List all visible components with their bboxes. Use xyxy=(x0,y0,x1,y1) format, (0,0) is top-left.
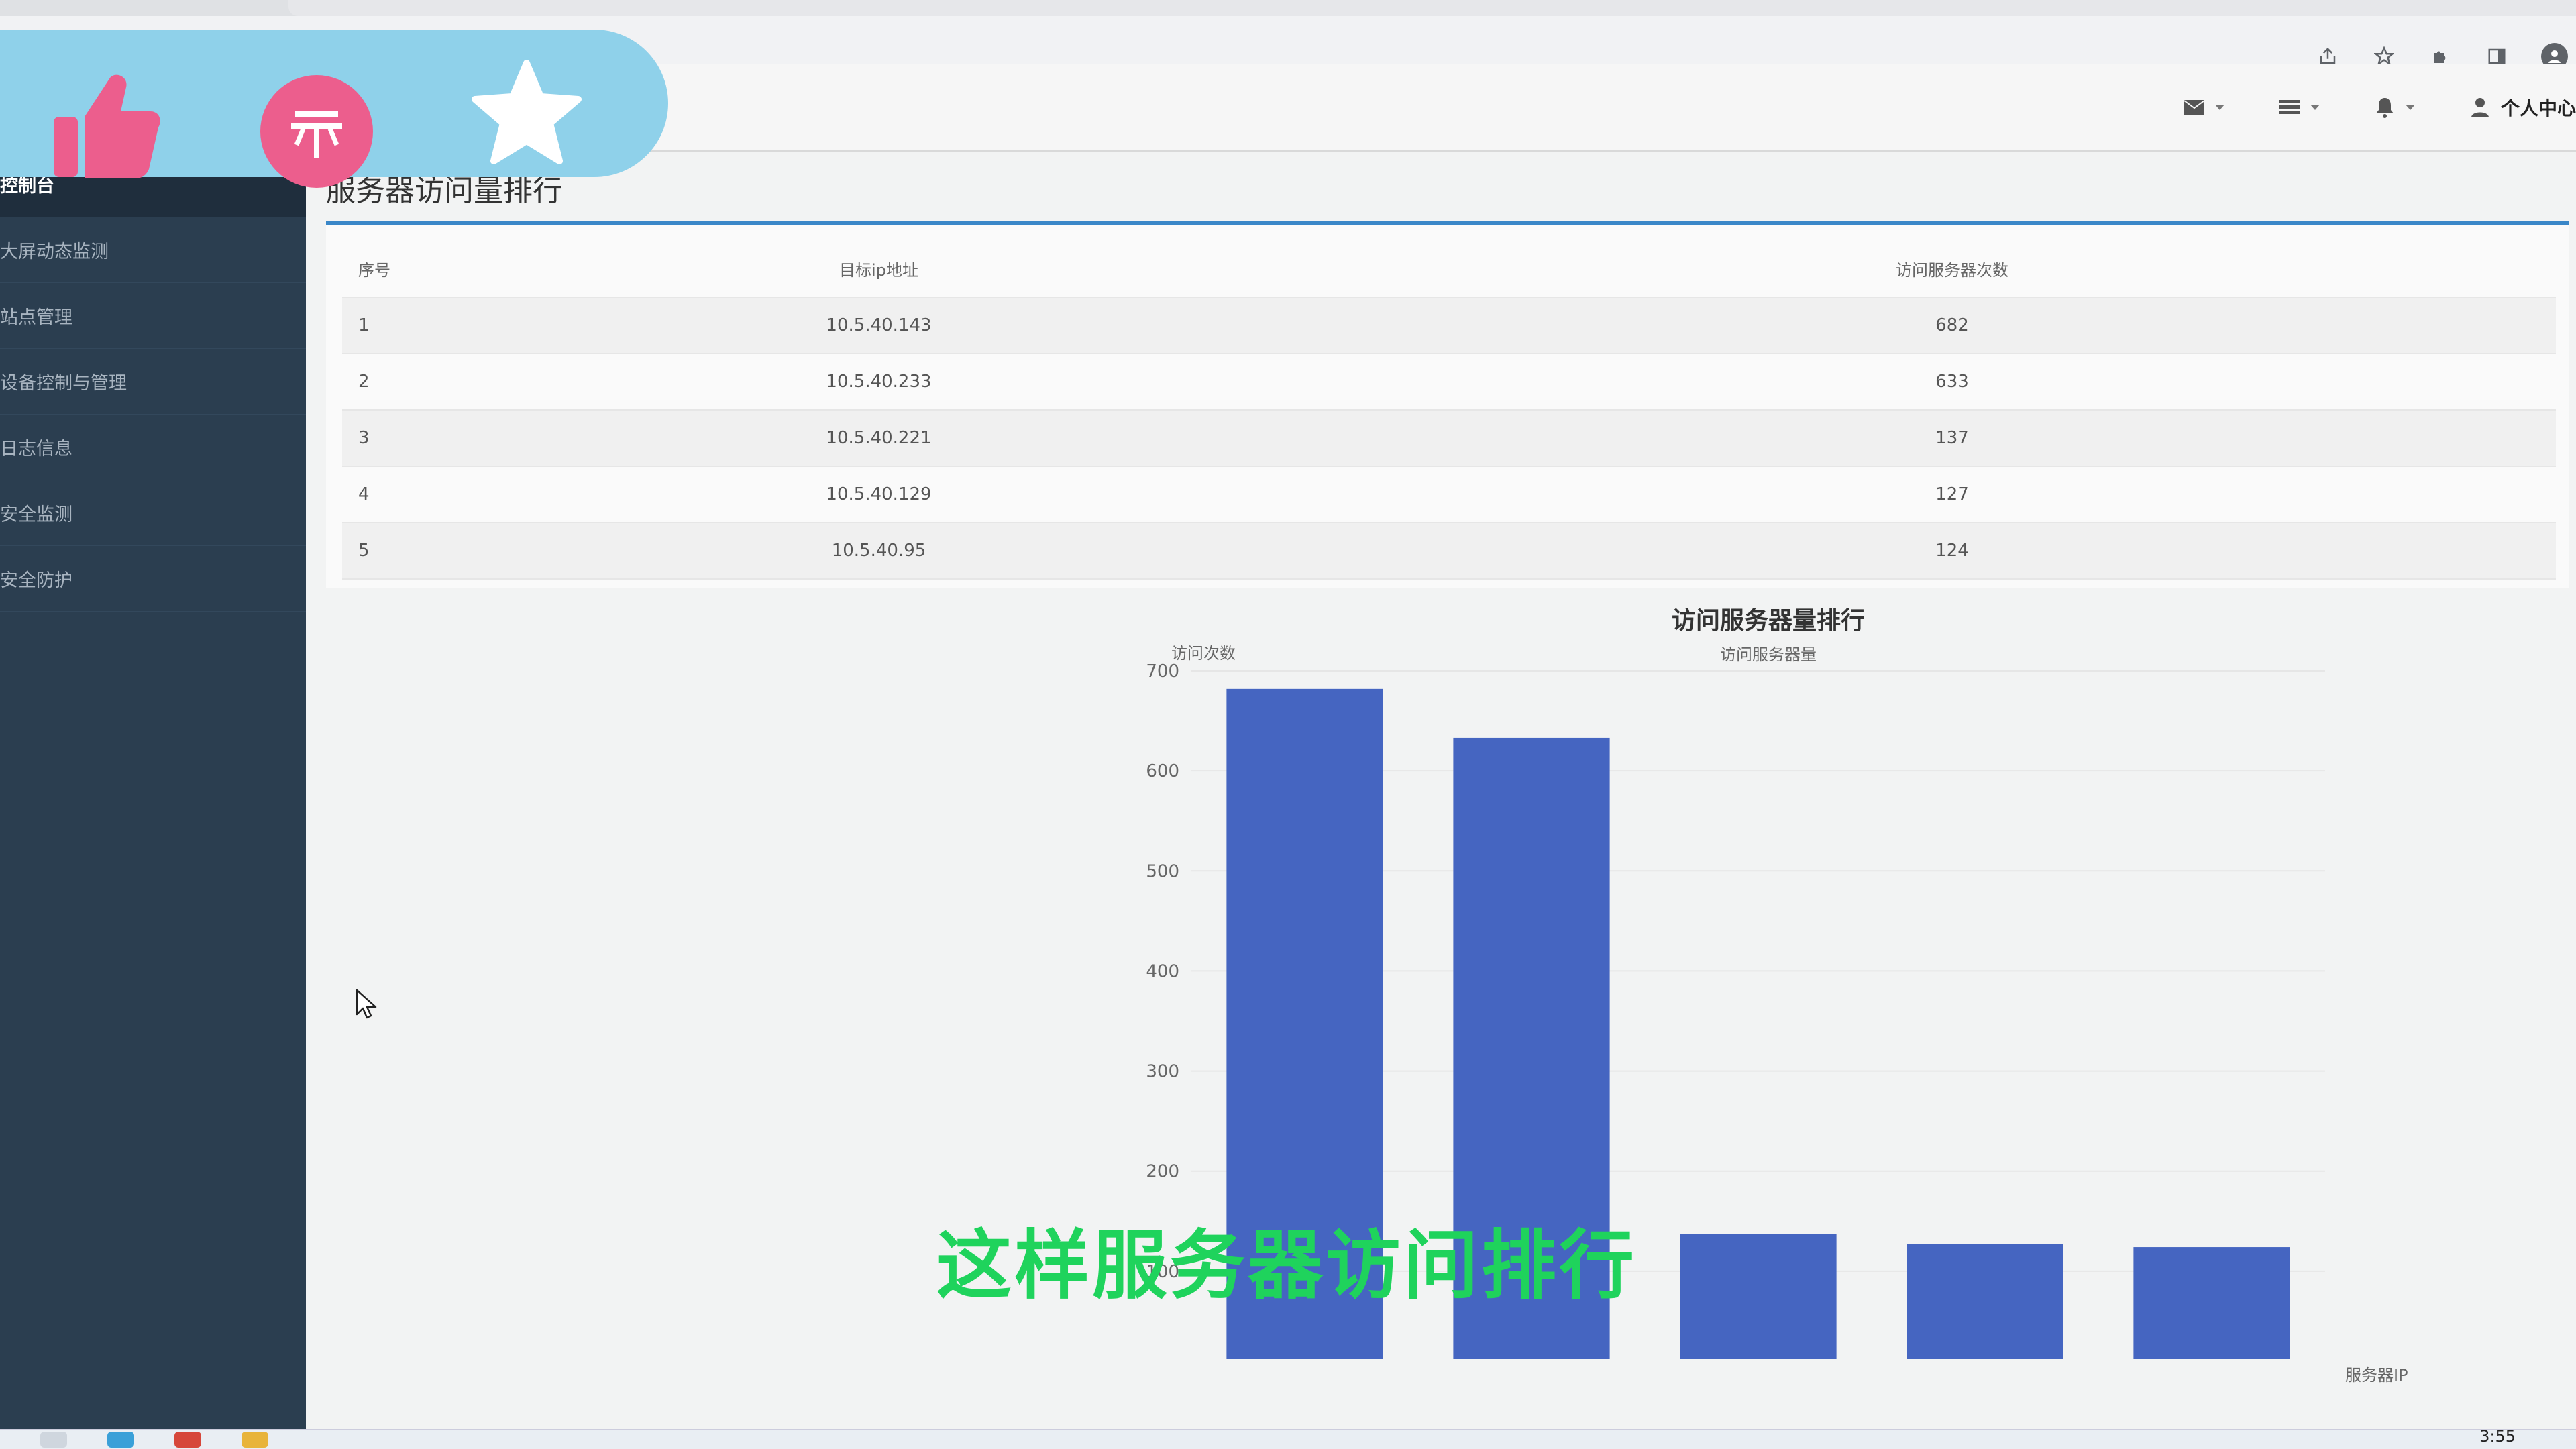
chart-bar xyxy=(1907,1244,2063,1359)
chevron-down-icon xyxy=(2214,105,2224,110)
column-header-count: 访问服务器次数 xyxy=(1348,241,2556,298)
row-count: 682 xyxy=(1348,297,2556,354)
user-center-label: 个人中心 xyxy=(2500,97,2576,119)
sidebar-item-label: 站点管理 xyxy=(0,307,72,328)
row-count: 127 xyxy=(1348,466,2556,523)
chevron-down-icon xyxy=(2310,105,2320,110)
mouse-cursor-icon xyxy=(356,989,377,1019)
user-center-menu[interactable]: 个人中心 xyxy=(2442,94,2576,121)
video-subtitle: 这样服务器访问排行 xyxy=(936,1222,1637,1309)
row-count: 124 xyxy=(1348,523,2556,580)
row-ip: 10.5.40.129 xyxy=(409,466,1348,523)
row-index: 2 xyxy=(342,354,409,411)
folder-taskbar-icon[interactable] xyxy=(241,1431,268,1448)
column-header-index: 序号 xyxy=(342,241,409,298)
table-header-row: 序号 目标ip地址 访问服务器次数 xyxy=(342,241,2556,298)
chart-bar xyxy=(1680,1234,1837,1359)
sidebar-item-label: 日志信息 xyxy=(0,439,72,460)
y-tick-label: 700 xyxy=(1146,661,1179,682)
coin-icon[interactable] xyxy=(260,75,373,188)
table-row: 3 10.5.40.221 137 xyxy=(342,410,2556,467)
envelope-icon xyxy=(2183,97,2206,117)
browser-taskbar-icon[interactable] xyxy=(107,1431,134,1448)
row-index: 3 xyxy=(342,410,409,467)
thumbs-up-icon[interactable] xyxy=(51,72,161,180)
sidebar-item-security-monitor[interactable]: 安全监测 xyxy=(0,480,306,546)
ranking-table-panel: 序号 目标ip地址 访问服务器次数 1 10.5.40.143 682 2 10… xyxy=(326,221,2569,588)
row-ip: 10.5.40.95 xyxy=(409,523,1348,580)
tasks-dropdown[interactable] xyxy=(2251,97,2347,117)
y-tick-label: 400 xyxy=(1146,961,1179,981)
sidebar-item-dashboard-monitor[interactable]: 大屏动态监测 xyxy=(0,217,306,283)
row-index: 4 xyxy=(342,466,409,523)
os-taskbar: 3:55 xyxy=(0,1427,2576,1449)
app-taskbar-icon[interactable] xyxy=(174,1431,201,1448)
sidebar-item-logs[interactable]: 日志信息 xyxy=(0,415,306,480)
sidebar-item-site-management[interactable]: 站点管理 xyxy=(0,283,306,349)
sidebar: 控制台 大屏动态监测 站点管理 设备控制与管理 日志信息 安全监测 安全防护 xyxy=(0,152,306,1429)
taskbar-clock: 3:55 xyxy=(2479,1427,2516,1446)
social-action-overlay xyxy=(0,30,668,188)
sidebar-item-label: 安全监测 xyxy=(0,504,72,525)
messages-dropdown[interactable] xyxy=(2156,97,2251,117)
sidebar-item-label: 安全防护 xyxy=(0,570,72,591)
column-header-ip: 目标ip地址 xyxy=(409,241,1348,298)
row-ip: 10.5.40.143 xyxy=(409,297,1348,354)
sidebar-item-device-control[interactable]: 设备控制与管理 xyxy=(0,349,306,415)
sidebar-item-label: 设备控制与管理 xyxy=(0,373,127,394)
chevron-down-icon xyxy=(2405,105,2415,110)
row-index: 5 xyxy=(342,523,409,580)
notifications-dropdown[interactable] xyxy=(2347,97,2442,118)
search-icon[interactable] xyxy=(40,1431,67,1448)
row-count: 633 xyxy=(1348,354,2556,411)
browser-tab-strip xyxy=(288,0,2576,16)
ranking-table: 序号 目标ip地址 访问服务器次数 1 10.5.40.143 682 2 10… xyxy=(342,241,2556,580)
sidebar-item-label: 大屏动态监测 xyxy=(0,241,109,262)
row-count: 137 xyxy=(1348,410,2556,467)
star-icon[interactable] xyxy=(470,59,584,168)
row-ip: 10.5.40.233 xyxy=(409,354,1348,411)
table-row: 2 10.5.40.233 633 xyxy=(342,354,2556,411)
y-tick-label: 300 xyxy=(1146,1062,1179,1082)
bell-icon xyxy=(2373,97,2396,118)
table-row: 5 10.5.40.95 124 xyxy=(342,523,2556,580)
row-index: 1 xyxy=(342,297,409,354)
row-ip: 10.5.40.221 xyxy=(409,410,1348,467)
chart-x-axis-name: 服务器IP xyxy=(2345,1366,2408,1385)
header-tools: 个人中心 xyxy=(2156,89,2576,126)
table-row: 1 10.5.40.143 682 xyxy=(342,297,2556,354)
y-tick-label: 600 xyxy=(1146,761,1179,782)
table-row: 4 10.5.40.129 127 xyxy=(342,466,2556,523)
chart-bar xyxy=(2133,1247,2290,1359)
user-icon xyxy=(2469,97,2491,117)
sidebar-item-security-protection[interactable]: 安全防护 xyxy=(0,546,306,612)
list-icon xyxy=(2278,97,2301,117)
y-tick-label: 200 xyxy=(1146,1162,1179,1182)
y-tick-label: 500 xyxy=(1146,861,1179,881)
